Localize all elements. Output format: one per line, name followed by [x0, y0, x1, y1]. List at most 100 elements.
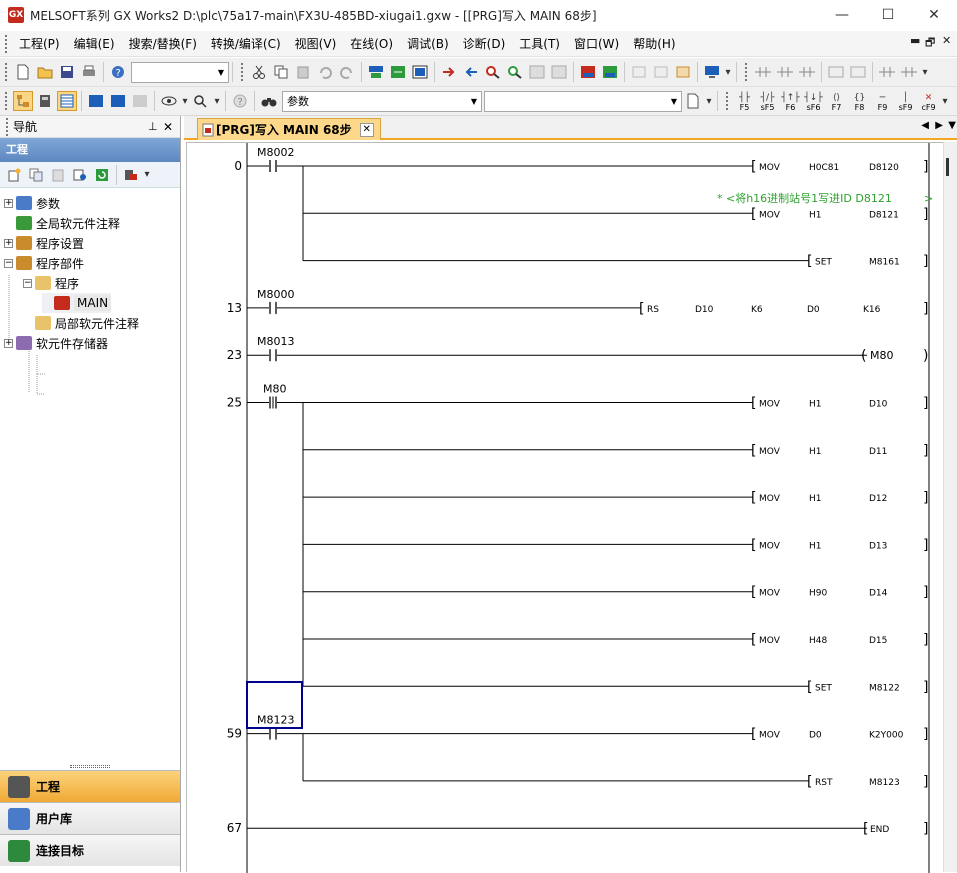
project-tree-icon[interactable]: [13, 91, 33, 111]
redo-icon[interactable]: [337, 62, 357, 82]
ladder-diagram[interactable]: 0 M8002 [] MOV H0C81 D8120 * <将h16进制站号1写进ID D8…: [187, 143, 944, 873]
view-icon[interactable]: [159, 91, 179, 111]
ladder-key-f5[interactable]: ┤├ F5: [734, 90, 756, 112]
document-icon[interactable]: [683, 91, 703, 111]
zoom-icon[interactable]: [191, 91, 211, 111]
chevron-down-icon[interactable]: ▾: [213, 91, 221, 111]
search-combo[interactable]: ▼: [131, 61, 229, 83]
monitor-icon[interactable]: [651, 62, 671, 82]
menu-item-6[interactable]: 调试(B): [400, 33, 456, 55]
ladder-key-f6[interactable]: ┤↑├ F6: [780, 90, 802, 112]
help-icon[interactable]: ?: [108, 62, 128, 82]
toolbar-grip[interactable]: [5, 63, 8, 81]
menu-item-3[interactable]: 转换/编译(C): [204, 33, 288, 55]
device-icon[interactable]: [108, 91, 128, 111]
print-icon[interactable]: [79, 62, 99, 82]
tree-item-2[interactable]: + 程序设置: [4, 233, 84, 253]
grid-icon[interactable]: [527, 62, 547, 82]
tree-item-0[interactable]: + 参数: [4, 193, 60, 213]
tab-main-program[interactable]: [PRG]写入 MAIN 68步 ✕: [197, 118, 381, 140]
device-icon[interactable]: [600, 62, 620, 82]
tree-item-7[interactable]: + 软元件存储器: [4, 333, 108, 353]
menu-item-2[interactable]: 搜索/替换(F): [122, 33, 204, 55]
toolbar-grip[interactable]: [5, 92, 8, 110]
close-button[interactable]: ✕: [911, 0, 957, 30]
find-value-combo[interactable]: ▼: [484, 90, 682, 112]
ladder-tool-icon[interactable]: [899, 62, 919, 82]
tree-item-5[interactable]: MAIN: [42, 293, 112, 313]
find-combo[interactable]: 参数 ▼: [282, 90, 482, 112]
window-layout-icon[interactable]: [57, 91, 77, 111]
ladder-key-sf9[interactable]: │ sF9: [895, 90, 917, 112]
display-icon[interactable]: [702, 62, 722, 82]
menu-item-5[interactable]: 在线(O): [343, 33, 400, 55]
chevron-down-icon[interactable]: ▾: [143, 165, 151, 185]
collapse-icon[interactable]: −: [4, 258, 13, 268]
tree-item-6[interactable]: 局部软元件注释: [23, 313, 139, 333]
undo-icon[interactable]: [315, 62, 335, 82]
chevron-down-icon[interactable]: ▾: [941, 91, 949, 111]
scroll-thumb[interactable]: [946, 158, 949, 176]
ladder-key-sf6[interactable]: ┤↓├ sF6: [803, 90, 825, 112]
chevron-down-icon[interactable]: ▾: [705, 91, 713, 111]
ladder-key-f7[interactable]: ⟨⟩ F7: [826, 90, 848, 112]
chevron-down-icon[interactable]: ▾: [921, 62, 929, 82]
ladder-editor[interactable]: 0 M8002 [] MOV H0C81 D8120 * <将h16进制站号1写进ID D8…: [186, 142, 944, 873]
binoculars-icon[interactable]: [259, 91, 279, 111]
device-icon[interactable]: [388, 62, 408, 82]
nav-tab-user-library[interactable]: 用户库: [0, 802, 180, 834]
grid-icon[interactable]: [549, 62, 569, 82]
close-icon[interactable]: ▼: [948, 120, 956, 131]
mdi-close-button[interactable]: ✕: [942, 34, 951, 47]
expand-icon[interactable]: +: [4, 338, 13, 348]
nav-tab-connection[interactable]: 连接目标: [0, 834, 180, 866]
monitor-icon[interactable]: [673, 62, 693, 82]
ladder-tool-icon[interactable]: [753, 62, 773, 82]
nav-tab-project[interactable]: 工程: [0, 770, 180, 802]
chevron-down-icon[interactable]: ▾: [724, 62, 732, 82]
tab-scroll-left-icon[interactable]: ◀: [921, 120, 929, 131]
menu-item-9[interactable]: 窗口(W): [567, 33, 626, 55]
plc-settings-icon[interactable]: [121, 165, 141, 185]
maximize-button[interactable]: ☐: [865, 0, 911, 30]
ladder-tool-icon[interactable]: [848, 62, 868, 82]
new-file-icon[interactable]: [13, 62, 33, 82]
mdi-minimize-button[interactable]: ▬: [910, 34, 920, 47]
tree-item-1[interactable]: 全局软元件注释: [4, 213, 120, 233]
monitor-icon[interactable]: [629, 62, 649, 82]
ladder-key-sf5[interactable]: ┤/├ sF5: [757, 90, 779, 112]
copy-icon[interactable]: [271, 62, 291, 82]
toolbar-grip[interactable]: [6, 117, 9, 136]
ladder-key-cf9[interactable]: ✕ cF9: [918, 90, 940, 112]
vertical-scrollbar[interactable]: [943, 142, 957, 872]
device-icon[interactable]: [578, 62, 598, 82]
ladder-key-f9[interactable]: ─ F9: [872, 90, 894, 112]
menu-item-7[interactable]: 诊断(D): [456, 33, 513, 55]
expand-icon[interactable]: +: [4, 198, 13, 208]
toolbar-grip[interactable]: [241, 63, 244, 81]
toolbar-grip[interactable]: [745, 63, 748, 81]
chevron-down-icon[interactable]: ▼: [467, 92, 481, 111]
ladder-tool-icon[interactable]: [775, 62, 795, 82]
chevron-down-icon[interactable]: ▾: [181, 91, 189, 111]
menu-item-0[interactable]: 工程(P): [12, 33, 67, 55]
paste-icon[interactable]: [293, 62, 313, 82]
device-icon[interactable]: [366, 62, 386, 82]
search-icon[interactable]: [483, 62, 503, 82]
write-arrow-icon[interactable]: [439, 62, 459, 82]
copy-icon[interactable]: [26, 165, 46, 185]
ladder-tool-icon[interactable]: [797, 62, 817, 82]
resize-grip[interactable]: [70, 765, 110, 768]
device-icon[interactable]: [410, 62, 430, 82]
minimize-button[interactable]: —: [819, 0, 865, 30]
toolbar-grip[interactable]: [726, 92, 729, 110]
open-folder-icon[interactable]: [35, 62, 55, 82]
mdi-restore-button[interactable]: 🗗: [925, 34, 935, 53]
module-icon[interactable]: [35, 91, 55, 111]
new-item-icon[interactable]: [4, 165, 24, 185]
menu-item-4[interactable]: 视图(V): [288, 33, 344, 55]
tree-item-4[interactable]: − 程序: [23, 273, 79, 293]
close-tab-icon[interactable]: ✕: [359, 122, 374, 137]
paste-icon[interactable]: [48, 165, 68, 185]
collapse-icon[interactable]: −: [23, 278, 32, 288]
